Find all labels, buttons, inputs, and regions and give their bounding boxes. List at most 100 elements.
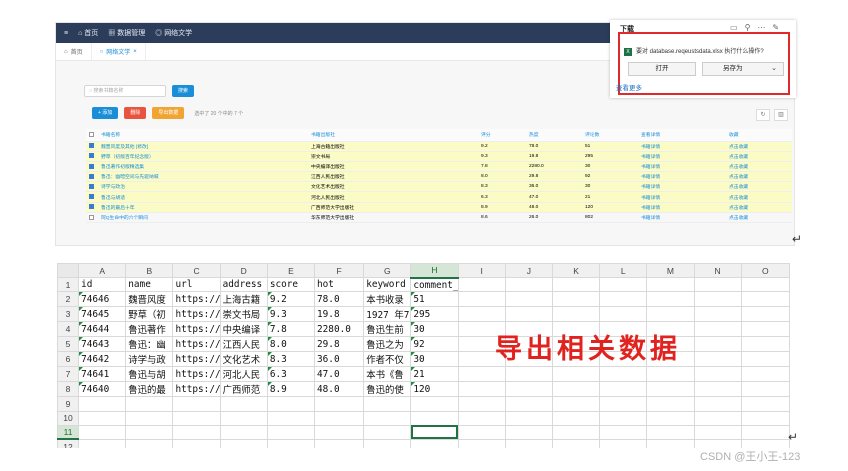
sheet-cell[interactable] — [314, 410, 365, 426]
sheet-cell[interactable]: 36.0 — [314, 351, 365, 368]
sheet-cell[interactable] — [457, 396, 506, 412]
sheet-cell[interactable]: 文化艺术 — [219, 351, 268, 368]
sheet-cell[interactable] — [646, 410, 695, 426]
sheet-cell[interactable] — [410, 410, 459, 426]
row-checkbox[interactable] — [86, 161, 98, 173]
column-letter[interactable]: J — [504, 263, 553, 279]
checkbox-icon[interactable] — [89, 194, 94, 200]
checkbox-icon[interactable] — [89, 183, 94, 189]
sheet-cell[interactable]: 鲁迅：幽 — [125, 336, 174, 353]
sheet-cell[interactable] — [504, 410, 553, 426]
sheet-cell[interactable]: https:// — [172, 351, 221, 368]
sheet-cell[interactable]: 1927 年7 — [363, 306, 412, 323]
column-letter[interactable]: F — [314, 263, 365, 279]
row-number[interactable]: 3 — [57, 306, 80, 323]
sheet-cell[interactable] — [693, 396, 742, 412]
row-number[interactable]: 9 — [57, 396, 80, 412]
sheet-cell[interactable]: 74644 — [78, 321, 127, 338]
col-header[interactable]: 热度 — [526, 129, 582, 142]
sheet-cell[interactable] — [693, 351, 742, 368]
sheet-cell[interactable] — [314, 438, 365, 448]
sheet-cell[interactable]: 崇文书局 — [219, 306, 268, 323]
sheet-cell[interactable] — [504, 381, 553, 398]
sheet-cell[interactable] — [363, 438, 412, 448]
sheet-cell[interactable]: 7.8 — [266, 321, 316, 338]
sheet-cell[interactable]: https:// — [172, 291, 221, 308]
sheet-cell[interactable] — [599, 306, 648, 323]
book-name[interactable]: 野草（初版百年纪念版） — [98, 151, 308, 162]
sheet-cell[interactable]: 鲁迅与胡 — [125, 366, 174, 383]
sheet-cell[interactable] — [125, 410, 174, 426]
sheet-cell[interactable] — [551, 438, 601, 448]
see-more-link[interactable]: 查看更多 — [616, 82, 642, 92]
sheet-cell[interactable] — [219, 396, 268, 412]
select-all-corner[interactable] — [57, 263, 80, 279]
export-button[interactable]: 导出数据 — [152, 107, 185, 119]
sheet-cell[interactable]: 诗学与政 — [125, 351, 174, 368]
sheet-cell[interactable]: https:// — [172, 306, 221, 323]
col-header[interactable]: 评分 — [478, 129, 526, 142]
favorite-link[interactable]: 点击收藏 — [726, 171, 792, 183]
sheet-cell[interactable] — [693, 424, 742, 440]
table-row[interactable]: 鲁迅：幽暗空间与先驱呐喊 江西人民出版社 8.0 29.8 92 书籍详情 点击收藏 — [86, 171, 792, 183]
sheet-cell[interactable] — [551, 366, 601, 383]
sheet-cell[interactable]: 广西师范 — [219, 381, 268, 398]
sheet-cell[interactable] — [551, 306, 601, 323]
sheet-cell[interactable]: 本书《鲁 — [363, 366, 412, 383]
sheet-cell[interactable] — [78, 424, 127, 440]
sheet-cell[interactable]: score — [266, 277, 316, 293]
sheet-cell[interactable] — [693, 321, 742, 338]
sheet-cell[interactable]: 鲁迅著作 — [125, 321, 174, 338]
sheet-cell[interactable]: 上海古籍 — [219, 291, 268, 308]
sheet-cell[interactable] — [646, 381, 695, 398]
sheet-cell[interactable] — [740, 396, 790, 412]
sheet-cell[interactable]: 8.9 — [266, 381, 316, 398]
sheet-cell[interactable]: https:// — [172, 336, 221, 353]
detail-link[interactable]: 书籍详情 — [638, 171, 726, 183]
sheet-cell[interactable]: 74646 — [78, 291, 127, 308]
sheet-cell[interactable] — [266, 438, 316, 448]
sheet-cell[interactable] — [740, 336, 790, 353]
checkbox-icon[interactable] — [89, 214, 94, 220]
row-number[interactable]: 10 — [57, 410, 80, 426]
table-row[interactable]: 野草（初版百年纪念版） 崇文书局 9.3 19.8 295 书籍详情 点击收藏 — [86, 151, 792, 162]
column-letter[interactable]: E — [266, 263, 316, 279]
book-name[interactable]: 阿Q生命中的六个瞬间 — [98, 212, 308, 224]
detail-link[interactable]: 书籍详情 — [638, 212, 726, 224]
favorite-link[interactable]: 点击收藏 — [726, 202, 792, 213]
sheet-cell[interactable]: comment_count — [410, 277, 459, 293]
column-letter[interactable]: H — [410, 263, 459, 279]
sheet-cell[interactable]: https:// — [172, 381, 221, 398]
search-button[interactable]: 搜索 — [172, 85, 195, 97]
checkbox-icon[interactable] — [89, 143, 94, 149]
sheet-cell[interactable] — [740, 410, 790, 426]
menu-icon[interactable]: ≡ — [64, 30, 68, 37]
sheet-cell[interactable] — [599, 438, 648, 448]
sheet-cell[interactable] — [78, 410, 127, 426]
row-checkbox[interactable] — [86, 202, 98, 213]
select-all-checkbox[interactable] — [86, 129, 98, 142]
sheet-cell[interactable] — [457, 410, 506, 426]
book-name[interactable]: 鲁迅著作初版精选集 — [98, 161, 308, 173]
sheet-cell[interactable]: 74645 — [78, 306, 127, 323]
sheet-cell[interactable]: name — [125, 277, 174, 293]
col-header[interactable]: 查看详情 — [638, 129, 726, 142]
sheet-cell[interactable] — [504, 438, 553, 448]
row-number[interactable]: 11 — [57, 424, 80, 441]
sheet-cell[interactable] — [551, 277, 601, 293]
row-number[interactable]: 5 — [57, 336, 80, 353]
sheet-cell[interactable] — [599, 291, 648, 308]
sheet-cell[interactable] — [693, 438, 742, 448]
sheet-cell[interactable] — [410, 424, 459, 440]
sheet-cell[interactable] — [125, 438, 174, 448]
sheet-cell[interactable] — [457, 277, 506, 293]
chevron-down-icon[interactable]: ⌄ — [771, 63, 777, 75]
book-name[interactable]: 鲁迅与胡适 — [98, 191, 308, 203]
sheet-cell[interactable] — [646, 396, 695, 412]
sheet-cell[interactable]: 74641 — [78, 366, 127, 383]
sheet-cell[interactable]: 鲁迅生前 — [363, 321, 412, 338]
row-checkbox[interactable] — [86, 171, 98, 183]
sheet-cell[interactable] — [599, 410, 648, 426]
sheet-cell[interactable]: 2280.0 — [314, 321, 365, 338]
sheet-cell[interactable] — [740, 321, 790, 338]
